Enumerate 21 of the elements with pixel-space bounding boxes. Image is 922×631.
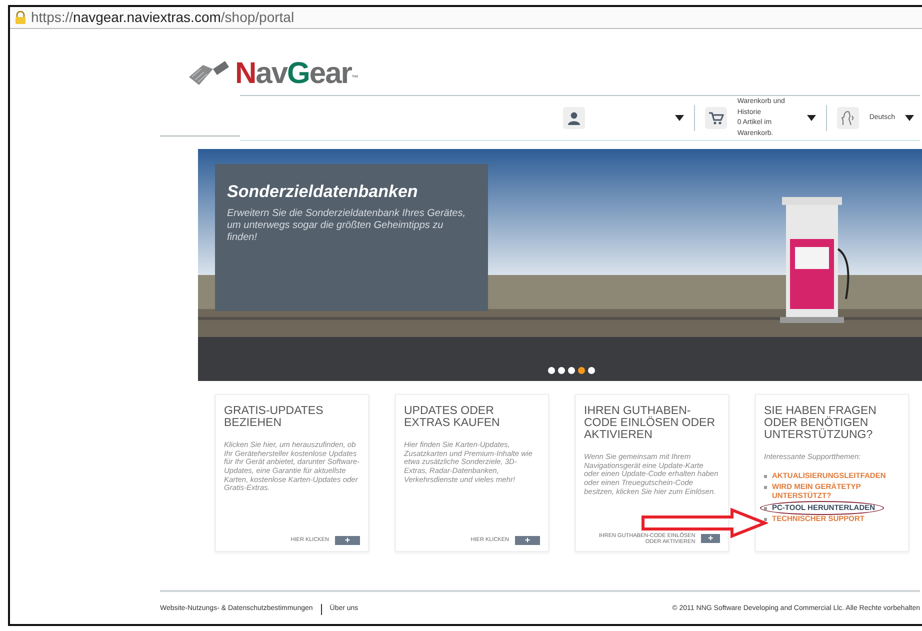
- plus-button[interactable]: +: [335, 536, 360, 545]
- banner-text: Erweitern Sie die Sonderzieldatenbank Ihres Gerätes, um unterwegs sogar die größten Geheimtipps zu finden!: [227, 208, 466, 244]
- plus-button[interactable]: +: [701, 534, 720, 544]
- bullet-icon: [764, 486, 767, 490]
- logo-text[interactable]: NavGear$^{™}$: [235, 59, 358, 89]
- bullet-icon: [764, 518, 767, 522]
- url-text: https://navgear.naviextras.com/shop/portal: [31, 8, 294, 27]
- lock-icon: [14, 11, 27, 24]
- cart-icon[interactable]: [705, 107, 728, 129]
- card-title: IHREN GUTHABEN-CODE EINLÖSEN ODER AKTIVIEREN: [584, 405, 716, 442]
- user-icon[interactable]: [563, 107, 586, 129]
- head-speaking-icon[interactable]: [837, 107, 860, 129]
- card-title: UPDATES ODER EXTRAS KAUFEN: [404, 405, 501, 430]
- banner-title: Sonderzieldatenbanken: [227, 182, 419, 202]
- bullet-icon: [764, 506, 767, 510]
- plus-button[interactable]: +: [515, 536, 540, 545]
- card-title: GRATIS-UPDATES BEZIEHEN: [224, 405, 324, 430]
- address-bar[interactable]: https://navgear.naviextras.com/shop/portal: [10, 7, 922, 29]
- link-separator: [320, 604, 322, 614]
- card-title: SIE HABEN FRAGEN ODER BENÖTIGEN UNTERSTÜTZUNG?: [764, 405, 878, 442]
- bullet-icon: [764, 474, 767, 478]
